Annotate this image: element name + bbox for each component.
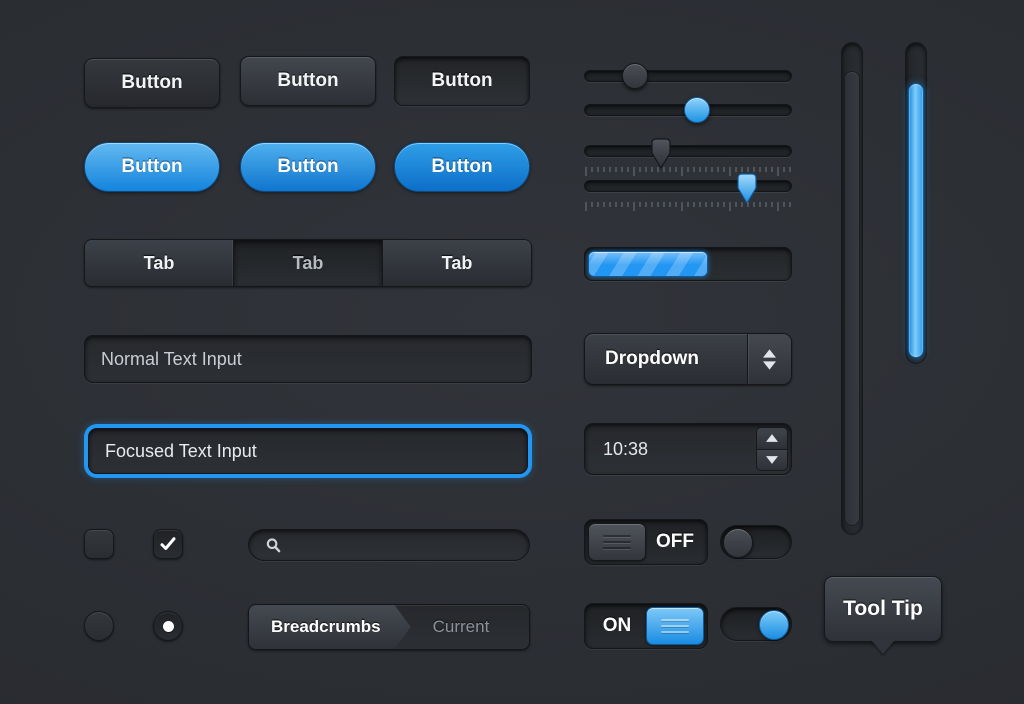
- text-input-focused[interactable]: Focused Text Input: [88, 428, 528, 474]
- toggle-on-label: ON: [602, 615, 632, 636]
- button-blue-pressed[interactable]: Button: [394, 142, 530, 192]
- slider-pin-grey-ruler: [585, 167, 791, 176]
- grip-line: [603, 547, 631, 549]
- toggle-on-handle[interactable]: [646, 607, 704, 645]
- scrollbar-grey[interactable]: [841, 42, 863, 535]
- checkbox-unchecked[interactable]: [84, 529, 114, 559]
- radio-selected[interactable]: [153, 611, 183, 641]
- text-input-value: Normal Text Input: [101, 348, 242, 369]
- text-input-normal[interactable]: Normal Text Input: [84, 335, 532, 383]
- breadcrumb-label: Breadcrumbs: [271, 617, 381, 636]
- switch-off-knob[interactable]: [723, 528, 753, 558]
- grip-line: [661, 625, 689, 627]
- tab-3[interactable]: Tab: [383, 240, 531, 286]
- switch-on-knob[interactable]: [759, 610, 789, 640]
- slider-pin-blue-track[interactable]: [584, 180, 792, 192]
- dropdown-stepper[interactable]: [747, 334, 791, 384]
- triangle-up-icon: [766, 434, 778, 443]
- triangle-down-icon: [763, 360, 776, 370]
- button-label: Button: [431, 70, 493, 91]
- grip-line: [661, 619, 689, 621]
- grip-line: [603, 541, 631, 543]
- scrollbar-blue[interactable]: [905, 42, 927, 364]
- tab-label: Tab: [143, 252, 175, 273]
- tooltip-arrow-icon: [871, 640, 895, 654]
- search-input[interactable]: [248, 529, 530, 561]
- dropdown-select[interactable]: Dropdown: [584, 333, 792, 385]
- button-label: Button: [121, 72, 183, 93]
- slider-round-grey-handle[interactable]: [622, 63, 648, 89]
- slider-pin-grey-track[interactable]: [584, 145, 792, 157]
- toggle-off[interactable]: OFF: [584, 519, 708, 565]
- progress-bar-fill: [588, 251, 708, 277]
- toggle-off-handle[interactable]: [588, 523, 646, 561]
- tooltip-label: Tool Tip: [843, 597, 923, 620]
- button-dark-pressed[interactable]: Button: [394, 56, 530, 106]
- radio-unselected[interactable]: [84, 611, 114, 641]
- triangle-up-icon: [763, 348, 776, 358]
- button-label: Button: [121, 156, 183, 177]
- button-label: Button: [277, 70, 339, 91]
- switch-off[interactable]: [720, 525, 792, 559]
- radio-dot: [162, 620, 174, 632]
- tab-group: Tab Tab Tab: [84, 239, 532, 287]
- button-dark-hover[interactable]: Button: [240, 56, 376, 106]
- tab-label: Tab: [292, 252, 324, 273]
- slider-round-blue-handle[interactable]: [684, 97, 710, 123]
- grip-line: [603, 535, 631, 537]
- breadcrumb: Breadcrumbs Current: [248, 604, 530, 650]
- slider-round-grey-track[interactable]: [584, 70, 792, 82]
- time-stepper-down[interactable]: [756, 448, 788, 471]
- toggle-off-label: OFF: [656, 531, 694, 552]
- tab-label: Tab: [441, 252, 473, 273]
- time-stepper-up[interactable]: [756, 427, 788, 449]
- tab-1[interactable]: Tab: [85, 240, 234, 286]
- slider-pin-grey-handle[interactable]: [649, 138, 673, 170]
- slider-pin-blue-handle[interactable]: [735, 173, 759, 205]
- time-input[interactable]: 10:38: [584, 423, 792, 475]
- progress-bar: [584, 247, 792, 281]
- breadcrumb-label: Current: [432, 617, 490, 636]
- ui-kit-canvas: Button Button Button Button Button Butto…: [0, 0, 1024, 704]
- tab-2[interactable]: Tab: [234, 240, 383, 286]
- triangle-down-icon: [766, 455, 778, 464]
- search-icon: [266, 537, 281, 552]
- button-dark-normal[interactable]: Button: [84, 58, 220, 108]
- button-blue-normal[interactable]: Button: [84, 142, 220, 192]
- scrollbar-blue-thumb[interactable]: [908, 83, 924, 358]
- checkbox-checked[interactable]: [153, 529, 183, 559]
- scrollbar-grey-thumb[interactable]: [844, 71, 860, 526]
- text-input-value: Focused Text Input: [105, 440, 257, 461]
- grip-line: [661, 631, 689, 633]
- button-label: Button: [277, 156, 339, 177]
- button-label: Button: [431, 156, 493, 177]
- slider-pin-blue-ruler: [585, 202, 791, 211]
- toggle-on[interactable]: ON: [584, 603, 708, 649]
- time-stepper[interactable]: [756, 427, 788, 471]
- time-input-value: 10:38: [603, 438, 649, 459]
- dropdown-label: Dropdown: [605, 348, 699, 369]
- switch-on[interactable]: [720, 607, 792, 641]
- button-blue-hover[interactable]: Button: [240, 142, 376, 192]
- check-icon: [160, 537, 176, 550]
- breadcrumb-item-root[interactable]: Breadcrumbs: [249, 605, 411, 649]
- tooltip: Tool Tip: [824, 576, 942, 654]
- breadcrumb-item-current[interactable]: Current: [411, 617, 490, 637]
